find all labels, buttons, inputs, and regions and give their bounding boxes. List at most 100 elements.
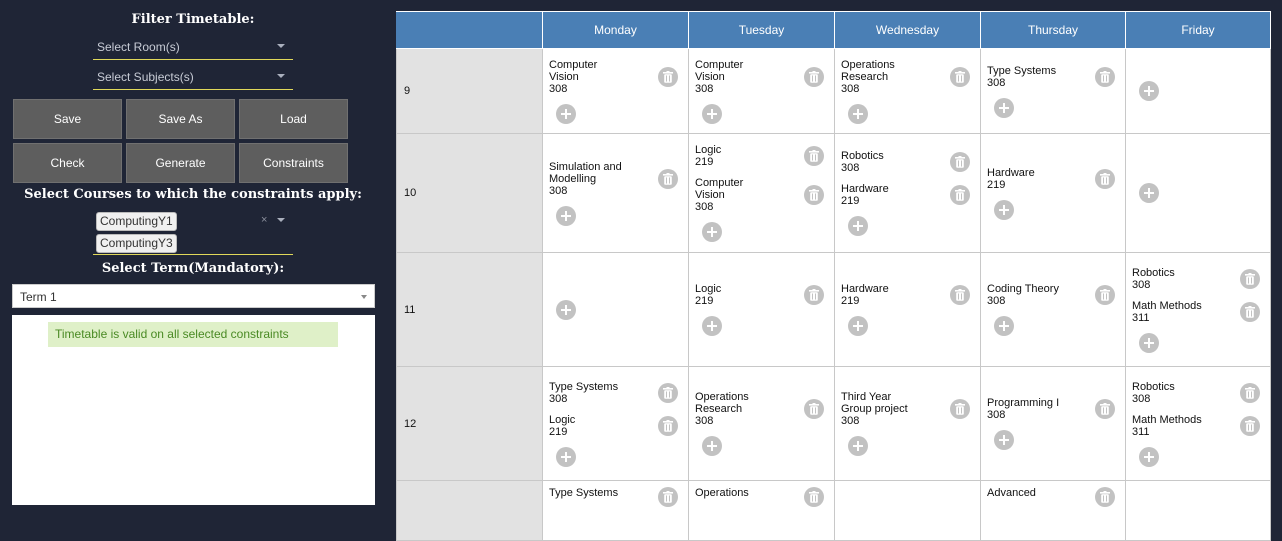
class-room: 308 xyxy=(987,409,1006,421)
trash-icon[interactable] xyxy=(804,487,824,507)
trash-icon[interactable] xyxy=(804,185,824,205)
header-tuesday: Tuesday xyxy=(688,11,835,49)
clear-icon[interactable]: × xyxy=(261,214,267,226)
add-class-icon[interactable] xyxy=(556,446,576,467)
table-row: 10 Simulation and Modelling 308 Logic 219 Com… xyxy=(396,133,1271,253)
add-class-icon[interactable] xyxy=(1139,183,1159,203)
class-name: Computer Vision xyxy=(695,58,744,83)
trash-icon[interactable] xyxy=(658,415,678,436)
class-entry[interactable]: Math Methods 311 xyxy=(1132,300,1264,324)
header-monday: Monday xyxy=(542,11,689,49)
room-select[interactable]: Select Room(s) xyxy=(93,34,293,60)
save-button[interactable]: Save xyxy=(13,99,122,139)
class-entry[interactable]: Robotics 308 xyxy=(841,150,974,174)
class-entry[interactable]: Hardware 219 xyxy=(841,283,974,307)
save-as-button[interactable]: Save As xyxy=(126,99,235,139)
trash-icon[interactable] xyxy=(1095,168,1115,189)
class-entry[interactable]: Logic 219 xyxy=(695,283,828,307)
class-entry[interactable]: Operations Research 308 xyxy=(841,59,974,95)
trash-icon[interactable] xyxy=(1095,487,1115,507)
class-entry[interactable]: Type Systems 308 xyxy=(549,381,682,405)
add-class-icon[interactable] xyxy=(556,299,576,320)
slot-content: Robotics 308 Math Methods 311 xyxy=(1126,261,1270,359)
class-entry[interactable]: Advanced xyxy=(987,487,1119,507)
trash-icon[interactable] xyxy=(1240,268,1260,289)
class-entry[interactable]: Hardware 219 xyxy=(841,183,974,207)
class-entry[interactable]: Robotics 308 xyxy=(1132,381,1264,405)
course-tag[interactable]: ComputingY3 xyxy=(96,234,177,253)
add-class-icon[interactable] xyxy=(702,436,722,456)
trash-icon[interactable] xyxy=(950,185,970,205)
trash-icon[interactable] xyxy=(1095,399,1115,419)
add-class-icon[interactable] xyxy=(994,316,1014,336)
trash-icon[interactable] xyxy=(1240,382,1260,403)
add-class-icon[interactable] xyxy=(702,103,722,124)
check-button[interactable]: Check xyxy=(13,143,122,183)
add-class-icon[interactable] xyxy=(702,316,722,336)
subject-select[interactable]: Select Subjects(s) xyxy=(93,64,293,90)
courses-multiselect[interactable]: ComputingY1 ComputingY3 × xyxy=(93,209,293,255)
trash-icon[interactable] xyxy=(804,285,824,305)
class-room: 219 xyxy=(987,178,1006,191)
slot-content xyxy=(835,481,980,493)
class-entry[interactable]: Computer Vision 308 xyxy=(695,59,828,95)
course-tag[interactable]: ComputingY1 xyxy=(96,212,177,231)
trash-icon[interactable] xyxy=(804,146,824,166)
class-entry[interactable]: Operations xyxy=(695,487,828,507)
add-class-icon[interactable] xyxy=(702,222,722,242)
slot-content: Coding Theory 308 xyxy=(981,277,1125,342)
add-class-icon[interactable] xyxy=(848,216,868,236)
trash-icon[interactable] xyxy=(658,168,678,189)
chevron-down-icon xyxy=(277,44,285,48)
chevron-down-icon[interactable] xyxy=(277,218,285,222)
slot-content: Type Systems 308 xyxy=(981,59,1125,124)
class-entry[interactable]: Operations Research 308 xyxy=(695,391,828,427)
trash-icon[interactable] xyxy=(658,66,678,87)
class-entry[interactable]: Third Year Group project 308 xyxy=(841,391,974,427)
trash-icon[interactable] xyxy=(950,152,970,172)
generate-button[interactable]: Generate xyxy=(126,143,235,183)
trash-icon[interactable] xyxy=(804,66,824,87)
trash-icon[interactable] xyxy=(1095,285,1115,305)
add-class-icon[interactable] xyxy=(848,436,868,456)
trash-icon[interactable] xyxy=(1095,66,1115,87)
class-entry[interactable]: Logic 219 xyxy=(695,144,828,168)
add-class-icon[interactable] xyxy=(994,199,1014,220)
slot-wednesday: Third Year Group project 308 xyxy=(834,366,981,481)
term-select[interactable]: Term 1 xyxy=(12,284,375,308)
add-class-icon[interactable] xyxy=(994,97,1014,118)
add-class-icon[interactable] xyxy=(994,430,1014,450)
class-entry[interactable]: Logic 219 xyxy=(549,414,682,438)
trash-icon[interactable] xyxy=(950,66,970,87)
class-room: 308 xyxy=(841,82,860,95)
class-entry[interactable]: Coding Theory 308 xyxy=(987,283,1119,307)
class-entry[interactable]: Simulation and Modelling 308 xyxy=(549,161,682,197)
load-button[interactable]: Load xyxy=(239,99,348,139)
class-entry[interactable]: Type Systems xyxy=(549,487,682,507)
trash-icon[interactable] xyxy=(658,382,678,403)
slot-content: Type Systems 308 Logic 219 xyxy=(543,375,688,473)
class-name: Simulation and Modelling xyxy=(549,160,622,185)
add-class-icon[interactable] xyxy=(1139,332,1159,353)
trash-icon[interactable] xyxy=(950,399,970,419)
trash-icon[interactable] xyxy=(950,285,970,305)
trash-icon[interactable] xyxy=(804,399,824,419)
class-entry[interactable]: Hardware 219 xyxy=(987,167,1119,191)
class-entry[interactable]: Computer Vision 308 xyxy=(695,177,828,213)
class-entry[interactable]: Type Systems 308 xyxy=(987,65,1119,89)
trash-icon[interactable] xyxy=(1240,301,1260,322)
constraints-button[interactable]: Constraints xyxy=(239,143,348,183)
add-class-icon[interactable] xyxy=(848,103,868,124)
class-entry[interactable]: Programming I 308 xyxy=(987,397,1119,421)
add-class-icon[interactable] xyxy=(1139,446,1159,467)
add-class-icon[interactable] xyxy=(848,316,868,336)
add-class-icon[interactable] xyxy=(556,205,576,226)
trash-icon[interactable] xyxy=(658,487,678,507)
add-class-icon[interactable] xyxy=(1139,81,1159,101)
slot-wednesday: Robotics 308 Hardware 219 xyxy=(834,133,981,253)
class-entry[interactable]: Robotics 308 xyxy=(1132,267,1264,291)
trash-icon[interactable] xyxy=(1240,415,1260,436)
class-entry[interactable]: Computer Vision 308 xyxy=(549,59,682,95)
class-entry[interactable]: Math Methods 311 xyxy=(1132,414,1264,438)
add-class-icon[interactable] xyxy=(556,103,576,124)
